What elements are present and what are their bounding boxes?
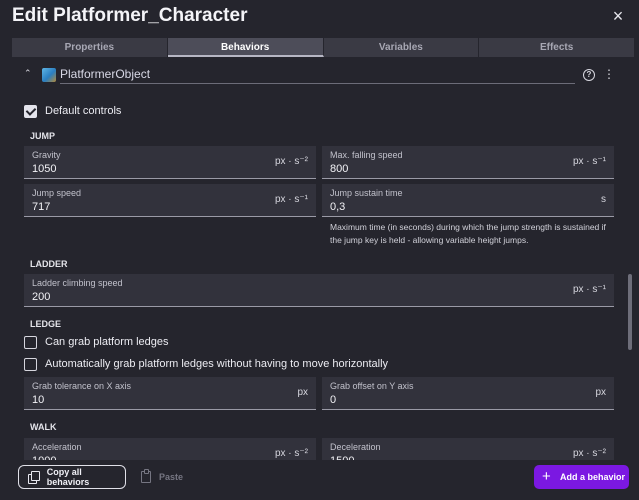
- behaviors-panel[interactable]: ⌃ PlatformerObject ? ⋮ Default controls …: [0, 60, 626, 460]
- dialog-title: Edit Platformer_Character: [12, 5, 248, 26]
- tab-bar: Properties Behaviors Variables Effects: [12, 38, 634, 57]
- field-label: Grab tolerance on X axis: [32, 381, 132, 391]
- scrollbar-thumb[interactable]: [628, 274, 632, 350]
- auto-grab-ledges-label: Automatically grab platform ledges witho…: [45, 358, 389, 370]
- section-ledge: LEDGE: [30, 319, 62, 329]
- copy-all-behaviors-label: Copy all behaviors: [46, 467, 90, 487]
- field-value[interactable]: 800: [330, 163, 348, 175]
- field-value[interactable]: 200: [32, 291, 50, 303]
- section-ladder: LADDER: [30, 259, 68, 269]
- section-jump: JUMP: [30, 131, 56, 141]
- add-behavior-label: Add a behavior: [560, 472, 626, 482]
- field-value[interactable]: 0,3: [330, 201, 345, 213]
- jump-speed-field[interactable]: Jump speed 717 px · s⁻¹: [24, 184, 316, 217]
- grab-offset-y-field[interactable]: Grab offset on Y axis 0 px: [322, 377, 614, 410]
- default-controls-checkbox[interactable]: Default controls: [24, 103, 121, 119]
- grab-tolerance-x-field[interactable]: Grab tolerance on X axis 10 px: [24, 377, 316, 410]
- behavior-name-field[interactable]: PlatformerObject: [60, 66, 575, 84]
- tab-properties[interactable]: Properties: [12, 38, 168, 57]
- auto-grab-ledges-checkbox[interactable]: Automatically grab platform ledges witho…: [24, 356, 388, 372]
- ladder-climbing-speed-field[interactable]: Ladder climbing speed 200 px · s⁻¹: [24, 274, 614, 307]
- field-label: Grab offset on Y axis: [330, 381, 414, 391]
- dialog-footer: Copy all behaviors Paste + Add a behavio…: [0, 460, 639, 500]
- platformer-object-icon: [42, 68, 56, 82]
- field-unit: px · s⁻¹: [274, 194, 308, 205]
- field-unit: px: [595, 387, 606, 398]
- field-value[interactable]: 0: [330, 394, 336, 406]
- close-icon[interactable]: ×: [608, 6, 628, 26]
- chevron-up-icon[interactable]: ⌃: [24, 68, 32, 79]
- default-controls-label: Default controls: [45, 105, 122, 117]
- help-icon[interactable]: ?: [583, 69, 595, 81]
- field-unit: s: [601, 194, 606, 205]
- gravity-field[interactable]: Gravity 1050 px · s⁻²: [24, 146, 316, 179]
- field-unit: px · s⁻¹: [572, 284, 606, 295]
- field-label: Jump sustain time: [330, 188, 403, 198]
- tab-effects[interactable]: Effects: [479, 38, 634, 57]
- jump-sustain-help-text: Maximum time (in seconds) during which t…: [330, 222, 606, 245]
- field-label: Acceleration: [32, 442, 82, 452]
- paste-button[interactable]: Paste: [133, 465, 191, 489]
- field-value[interactable]: 1050: [32, 163, 56, 175]
- field-label: Deceleration: [330, 442, 381, 452]
- field-unit: px · s⁻¹: [572, 156, 606, 167]
- more-options-icon[interactable]: ⋮: [603, 67, 615, 81]
- deceleration-field[interactable]: Deceleration 1500 px · s⁻²: [322, 438, 614, 460]
- behavior-header: ⌃ PlatformerObject ? ⋮: [0, 60, 626, 90]
- jump-sustain-time-field[interactable]: Jump sustain time 0,3 s: [322, 184, 614, 217]
- field-unit: px · s⁻²: [274, 448, 308, 459]
- dialog-titlebar: Edit Platformer_Character ×: [0, 0, 639, 34]
- field-value[interactable]: 717: [32, 201, 50, 213]
- field-unit: px · s⁻²: [572, 448, 606, 459]
- field-label: Jump speed: [32, 188, 82, 198]
- tab-variables[interactable]: Variables: [324, 38, 480, 57]
- checkbox-unchecked-icon[interactable]: [24, 357, 37, 371]
- field-value[interactable]: 10: [32, 394, 44, 406]
- checkbox-checked-icon[interactable]: [24, 104, 37, 118]
- copy-all-behaviors-button[interactable]: Copy all behaviors: [18, 465, 126, 489]
- add-behavior-button[interactable]: + Add a behavior: [534, 465, 629, 489]
- clipboard-icon: [141, 469, 151, 483]
- paste-label: Paste: [159, 472, 184, 482]
- can-grab-ledges-checkbox[interactable]: Can grab platform ledges: [24, 334, 169, 350]
- section-walk: WALK: [30, 422, 57, 432]
- tab-behaviors[interactable]: Behaviors: [167, 38, 324, 57]
- field-label: Max. falling speed: [330, 150, 403, 160]
- field-label: Gravity: [32, 150, 61, 160]
- copy-icon: [28, 471, 40, 484]
- field-label: Ladder climbing speed: [32, 278, 123, 288]
- checkbox-unchecked-icon[interactable]: [24, 335, 37, 349]
- acceleration-field[interactable]: Acceleration 1000 px · s⁻²: [24, 438, 316, 460]
- field-unit: px: [297, 387, 308, 398]
- max-falling-speed-field[interactable]: Max. falling speed 800 px · s⁻¹: [322, 146, 614, 179]
- can-grab-ledges-label: Can grab platform ledges: [45, 336, 169, 348]
- plus-icon: +: [542, 468, 551, 485]
- field-unit: px · s⁻²: [274, 156, 308, 167]
